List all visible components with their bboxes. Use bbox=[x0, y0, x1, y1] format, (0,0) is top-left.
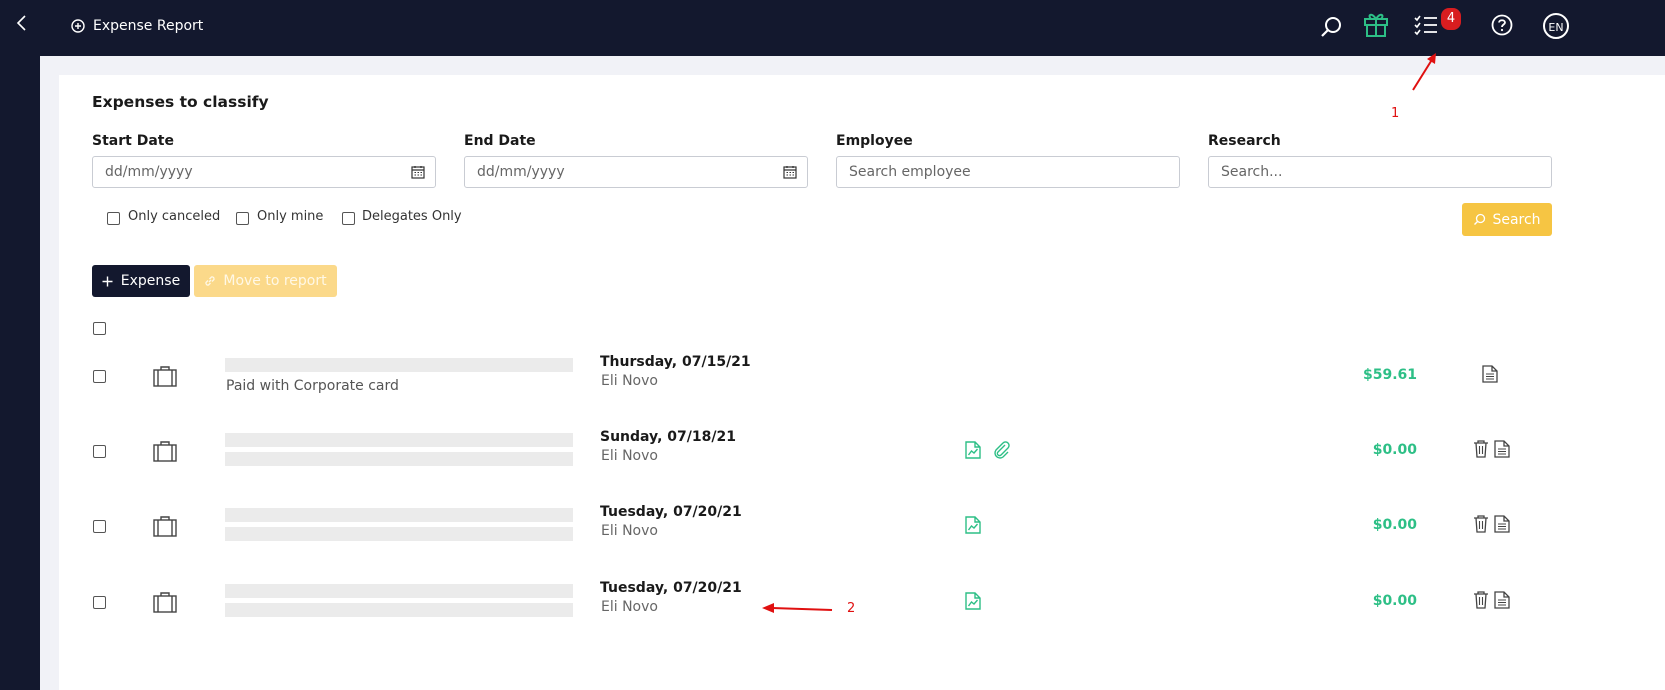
tasks-checklist-icon[interactable] bbox=[1414, 14, 1438, 36]
payment-method-text: Paid with Corporate card bbox=[226, 378, 399, 394]
description-placeholder bbox=[225, 358, 573, 372]
briefcase-icon bbox=[153, 516, 177, 537]
search-button-label: Search bbox=[1492, 211, 1541, 228]
expense-date: Thursday, 07/15/21 bbox=[600, 354, 751, 370]
language-selector[interactable]: EN bbox=[1543, 13, 1569, 39]
description-placeholder bbox=[225, 603, 573, 617]
end-date-label: End Date bbox=[464, 133, 536, 149]
search-icon bbox=[1474, 213, 1486, 225]
only-mine-checkbox[interactable] bbox=[236, 212, 249, 225]
employee-label: Employee bbox=[836, 133, 913, 149]
expense-date: Tuesday, 07/20/21 bbox=[600, 504, 742, 520]
description-placeholder bbox=[225, 584, 573, 598]
only-mine-label: Only mine bbox=[257, 209, 324, 224]
expense-date: Sunday, 07/18/21 bbox=[600, 429, 736, 445]
paperclip-icon[interactable] bbox=[993, 441, 1011, 459]
description-placeholder bbox=[225, 452, 573, 466]
delegates-only-checkbox[interactable] bbox=[342, 212, 355, 225]
tasks-count-badge: 4 bbox=[1441, 8, 1461, 30]
annotation-arrow-1 bbox=[1412, 53, 1436, 91]
calendar-icon[interactable] bbox=[411, 165, 425, 179]
start-date-placeholder: dd/mm/yyyy bbox=[105, 164, 193, 180]
briefcase-icon bbox=[153, 592, 177, 613]
annotation-arrow-2 bbox=[762, 603, 833, 613]
employee-placeholder: Search employee bbox=[849, 164, 971, 180]
add-circle-icon[interactable] bbox=[71, 19, 85, 33]
section-heading: Expenses to classify bbox=[92, 93, 269, 111]
add-expense-button[interactable]: Expense bbox=[92, 265, 190, 297]
employee-name: Eli Novo bbox=[601, 373, 658, 389]
start-date-input[interactable]: dd/mm/yyyy bbox=[92, 156, 436, 188]
gift-icon[interactable] bbox=[1362, 10, 1390, 38]
trash-icon[interactable] bbox=[1473, 591, 1489, 609]
delegates-only-label: Delegates Only bbox=[362, 209, 462, 224]
search-button[interactable]: Search bbox=[1462, 203, 1552, 236]
row-checkbox[interactable] bbox=[93, 596, 106, 609]
move-to-report-button[interactable]: Move to report bbox=[194, 265, 337, 297]
link-icon bbox=[205, 276, 216, 286]
research-label: Research bbox=[1208, 133, 1281, 149]
trash-icon[interactable] bbox=[1473, 440, 1489, 458]
briefcase-icon bbox=[153, 441, 177, 462]
move-to-report-label: Move to report bbox=[223, 273, 327, 289]
description-placeholder bbox=[225, 508, 573, 522]
help-icon[interactable] bbox=[1491, 14, 1513, 36]
document-icon[interactable] bbox=[1494, 591, 1510, 609]
expense-amount: $0.00 bbox=[1372, 442, 1417, 458]
description-placeholder bbox=[225, 527, 573, 541]
page-title-group: Expense Report bbox=[71, 18, 203, 34]
receipt-image-icon[interactable] bbox=[965, 441, 981, 459]
receipt-image-icon[interactable] bbox=[965, 516, 981, 534]
add-expense-label: Expense bbox=[120, 273, 181, 289]
start-date-label: Start Date bbox=[92, 133, 174, 149]
annotation-label-2: 2 bbox=[847, 601, 856, 616]
employee-search-input[interactable]: Search employee bbox=[836, 156, 1180, 188]
expense-amount: $59.61 bbox=[1362, 367, 1417, 383]
calendar-icon[interactable] bbox=[783, 165, 797, 179]
row-checkbox[interactable] bbox=[93, 520, 106, 533]
page-title: Expense Report bbox=[93, 18, 204, 34]
row-checkbox[interactable] bbox=[93, 445, 106, 458]
research-search-input[interactable]: Search... bbox=[1208, 156, 1552, 188]
employee-name: Eli Novo bbox=[601, 599, 658, 615]
research-placeholder: Search... bbox=[1221, 164, 1283, 180]
expense-amount: $0.00 bbox=[1372, 517, 1417, 533]
end-date-input[interactable]: dd/mm/yyyy bbox=[464, 156, 808, 188]
back-chevron-icon[interactable] bbox=[13, 13, 31, 33]
document-icon[interactable] bbox=[1494, 440, 1510, 458]
document-icon[interactable] bbox=[1494, 515, 1510, 533]
select-all-checkbox[interactable] bbox=[93, 322, 106, 335]
employee-name: Eli Novo bbox=[601, 448, 658, 464]
briefcase-icon bbox=[153, 366, 177, 387]
document-icon[interactable] bbox=[1482, 365, 1498, 383]
trash-icon[interactable] bbox=[1473, 515, 1489, 533]
plus-icon bbox=[102, 276, 113, 286]
expense-amount: $0.00 bbox=[1372, 593, 1417, 609]
search-icon[interactable] bbox=[1319, 15, 1343, 39]
expense-date: Tuesday, 07/20/21 bbox=[600, 580, 742, 596]
expense-row[interactable]: Tuesday, 07/20/21 Eli Novo $0.00 bbox=[0, 496, 1665, 556]
receipt-image-icon[interactable] bbox=[965, 592, 981, 610]
expense-row[interactable]: Sunday, 07/18/21 Eli Novo $0.00 bbox=[0, 421, 1665, 481]
description-placeholder bbox=[225, 433, 573, 447]
only-canceled-label: Only canceled bbox=[128, 209, 221, 224]
annotation-label-1: 1 bbox=[1391, 106, 1400, 121]
expense-row[interactable]: Paid with Corporate card Thursday, 07/15… bbox=[0, 346, 1665, 406]
row-checkbox[interactable] bbox=[93, 370, 106, 383]
employee-name: Eli Novo bbox=[601, 523, 658, 539]
end-date-placeholder: dd/mm/yyyy bbox=[477, 164, 565, 180]
only-canceled-checkbox[interactable] bbox=[107, 212, 120, 225]
